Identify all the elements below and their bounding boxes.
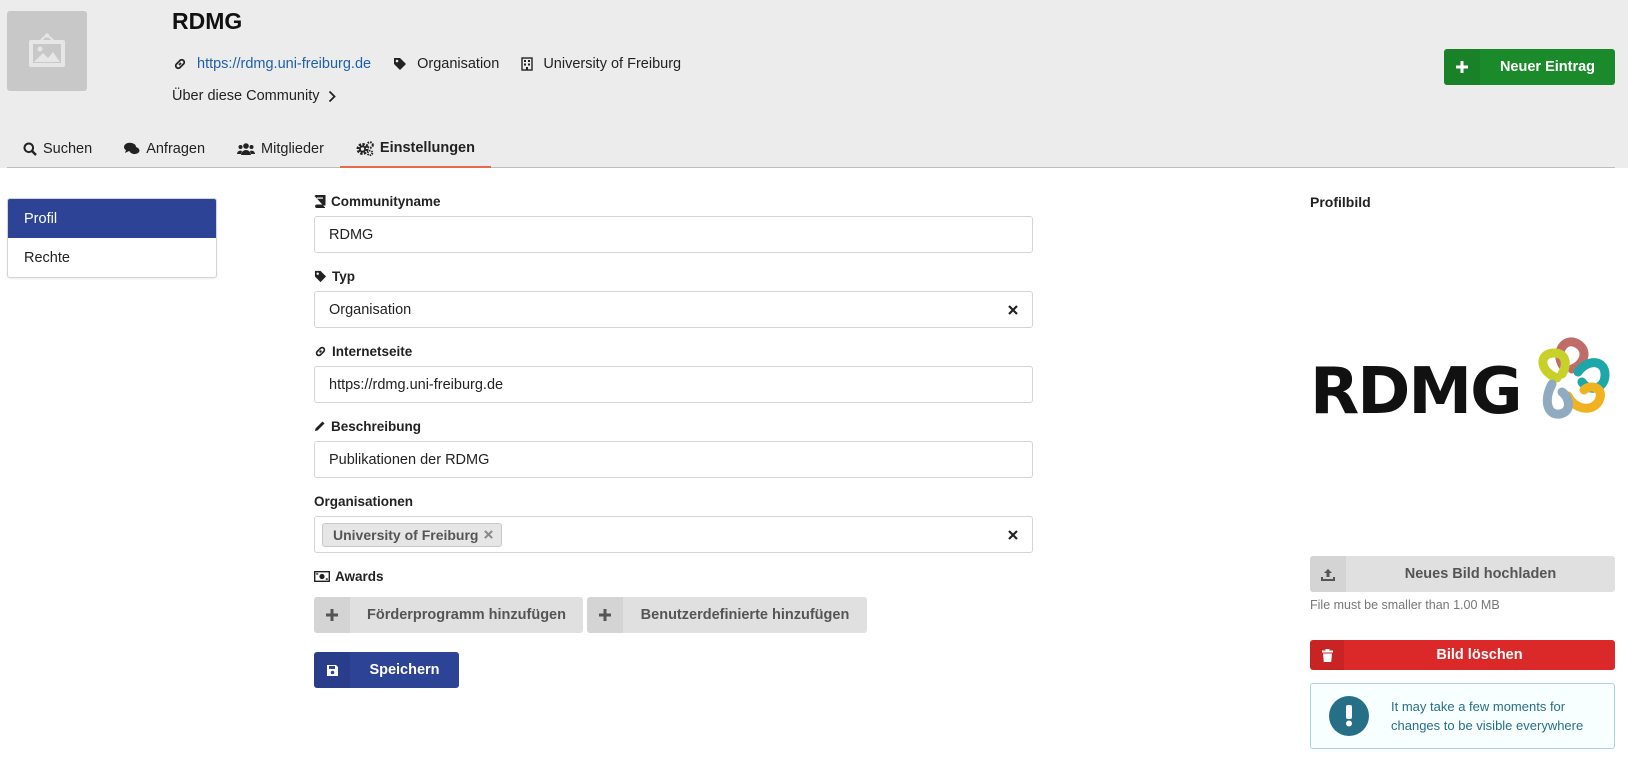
description-input[interactable]: Publikationen der RDMG	[314, 441, 1033, 478]
community-header: RDMG https://rdmg.uni-freiburg.de Organi…	[0, 0, 1628, 168]
tab-settings-label: Einstellungen	[379, 140, 475, 156]
info-notice: It may take a few moments for changes to…	[1310, 683, 1615, 749]
community-meta: https://rdmg.uni-freiburg.de Organisatio…	[173, 56, 703, 72]
money-bill-icon	[314, 570, 330, 582]
type-label-text: Typ	[332, 268, 355, 284]
tab-bar: Suchen Anfragen Mitglieder Einstellungen	[7, 130, 1615, 168]
delete-image-label: Bild löschen	[1436, 647, 1523, 663]
trash-icon	[1310, 640, 1344, 670]
add-custom-award-label: Benutzerdefinierte hinzufügen	[640, 607, 850, 623]
name-label: Communityname	[314, 192, 1033, 210]
info-notice-text: It may take a few moments for changes to…	[1391, 699, 1584, 733]
book-icon	[314, 194, 326, 208]
delete-image-button[interactable]: Bild löschen	[1310, 640, 1615, 670]
tab-requests[interactable]: Anfragen	[108, 130, 221, 168]
link-icon	[174, 58, 186, 70]
community-title: RDMG	[172, 8, 243, 34]
tab-search-label: Suchen	[43, 141, 93, 157]
chevron-right-icon	[329, 90, 337, 102]
save-button[interactable]: Speichern	[314, 652, 459, 688]
image-placeholder-icon	[29, 33, 65, 67]
description-label-text: Beschreibung	[331, 418, 422, 434]
organisation-text: University of Freiburg	[543, 56, 682, 72]
settings-side-menu: Profil Rechte	[7, 198, 217, 278]
chip-remove-icon[interactable]	[484, 530, 494, 539]
website-link[interactable]: https://rdmg.uni-freiburg.de	[197, 56, 371, 72]
search-icon	[23, 142, 37, 156]
plus-icon	[587, 597, 623, 633]
file-size-hint: File must be smaller than 1.00 MB	[1310, 598, 1500, 612]
type-text: Organisation	[417, 56, 500, 72]
tab-search[interactable]: Suchen	[7, 130, 108, 168]
cogs-icon	[356, 140, 374, 156]
logo-wordmark: RDMG	[1310, 355, 1521, 424]
organisations-label: Organisationen	[314, 492, 1033, 510]
name-label-text: Communityname	[331, 193, 441, 209]
awards-group: Awards Förderprogramm hinzufügen Benutze…	[314, 567, 1033, 633]
organisations-group: Organisationen University of Freiburg	[314, 492, 1033, 553]
organisations-label-text: Organisationen	[314, 493, 414, 509]
awards-buttons: Förderprogramm hinzufügen Benutzerdefini…	[314, 597, 1033, 633]
save-label: Speichern	[369, 662, 440, 678]
comments-icon	[124, 142, 140, 155]
pencil-icon	[315, 421, 325, 431]
type-select[interactable]: Organisation	[314, 291, 1033, 328]
type-label: Typ	[314, 267, 1033, 285]
community-name-input[interactable]: RDMG	[314, 216, 1033, 253]
awards-label-text: Awards	[335, 568, 384, 584]
website-input[interactable]: https://rdmg.uni-freiburg.de	[314, 366, 1033, 403]
organisation-meta: University of Freiburg	[521, 56, 681, 72]
new-entry-button[interactable]: Neuer Eintrag	[1444, 49, 1615, 85]
tab-members[interactable]: Mitglieder	[221, 130, 340, 168]
website-label-text: Internetseite	[332, 343, 413, 359]
about-community-link[interactable]: Über diese Community	[172, 88, 337, 104]
organisations-select[interactable]: University of Freiburg	[314, 516, 1033, 553]
community-settings-form: Communityname RDMG Typ Organisation Inte…	[314, 192, 1033, 688]
type-meta: Organisation	[393, 56, 499, 72]
community-avatar	[7, 11, 87, 91]
plus-icon	[1444, 49, 1480, 85]
exclamation-icon	[1329, 696, 1369, 736]
side-item-permissions[interactable]: Rechte	[8, 238, 216, 277]
type-group: Typ Organisation	[314, 267, 1033, 328]
organisation-chip[interactable]: University of Freiburg	[322, 522, 503, 547]
add-funding-label: Förderprogramm hinzufügen	[367, 607, 566, 623]
organisation-chip-label: University of Freiburg	[333, 526, 479, 543]
tag-icon	[314, 270, 327, 282]
name-group: Communityname RDMG	[314, 192, 1033, 253]
save-icon	[314, 652, 350, 688]
type-select-value: Organisation	[329, 301, 412, 318]
about-community-label: Über diese Community	[172, 88, 320, 104]
tab-requests-label: Anfragen	[146, 141, 206, 157]
awards-label: Awards	[314, 567, 1033, 585]
tab-members-label: Mitglieder	[261, 141, 324, 157]
upload-icon	[1310, 556, 1346, 592]
users-icon	[237, 143, 256, 155]
website-meta: https://rdmg.uni-freiburg.de	[173, 56, 371, 72]
tag-icon	[394, 58, 407, 70]
community-name-value: RDMG	[329, 226, 374, 243]
add-funding-button[interactable]: Förderprogramm hinzufügen	[314, 597, 583, 633]
profile-image-title: Profilbild	[1310, 194, 1371, 210]
side-item-profile[interactable]: Profil	[8, 199, 216, 238]
community-logo: RDMG	[1310, 337, 1610, 424]
description-label: Beschreibung	[314, 417, 1033, 435]
website-label: Internetseite	[314, 342, 1033, 360]
profile-image-panel: Profilbild RDMG Neues Bild hochladen Fil…	[1310, 194, 1615, 749]
add-custom-award-button[interactable]: Benutzerdefinierte hinzufügen	[587, 597, 867, 633]
website-input-value: https://rdmg.uni-freiburg.de	[329, 376, 504, 393]
link-icon	[315, 346, 326, 356]
description-input-value: Publikationen der RDMG	[329, 451, 490, 468]
building-icon	[521, 57, 534, 71]
website-group: Internetseite https://rdmg.uni-freiburg.…	[314, 342, 1033, 403]
clear-icon[interactable]	[1008, 304, 1018, 315]
upload-image-label: Neues Bild hochladen	[1404, 566, 1557, 582]
new-entry-label: Neuer Eintrag	[1499, 59, 1596, 75]
description-group: Beschreibung Publikationen der RDMG	[314, 417, 1033, 478]
upload-image-button[interactable]: Neues Bild hochladen	[1310, 556, 1615, 592]
tab-settings[interactable]: Einstellungen	[339, 130, 491, 168]
clear-icon[interactable]	[1008, 529, 1018, 540]
plus-icon	[314, 597, 350, 633]
